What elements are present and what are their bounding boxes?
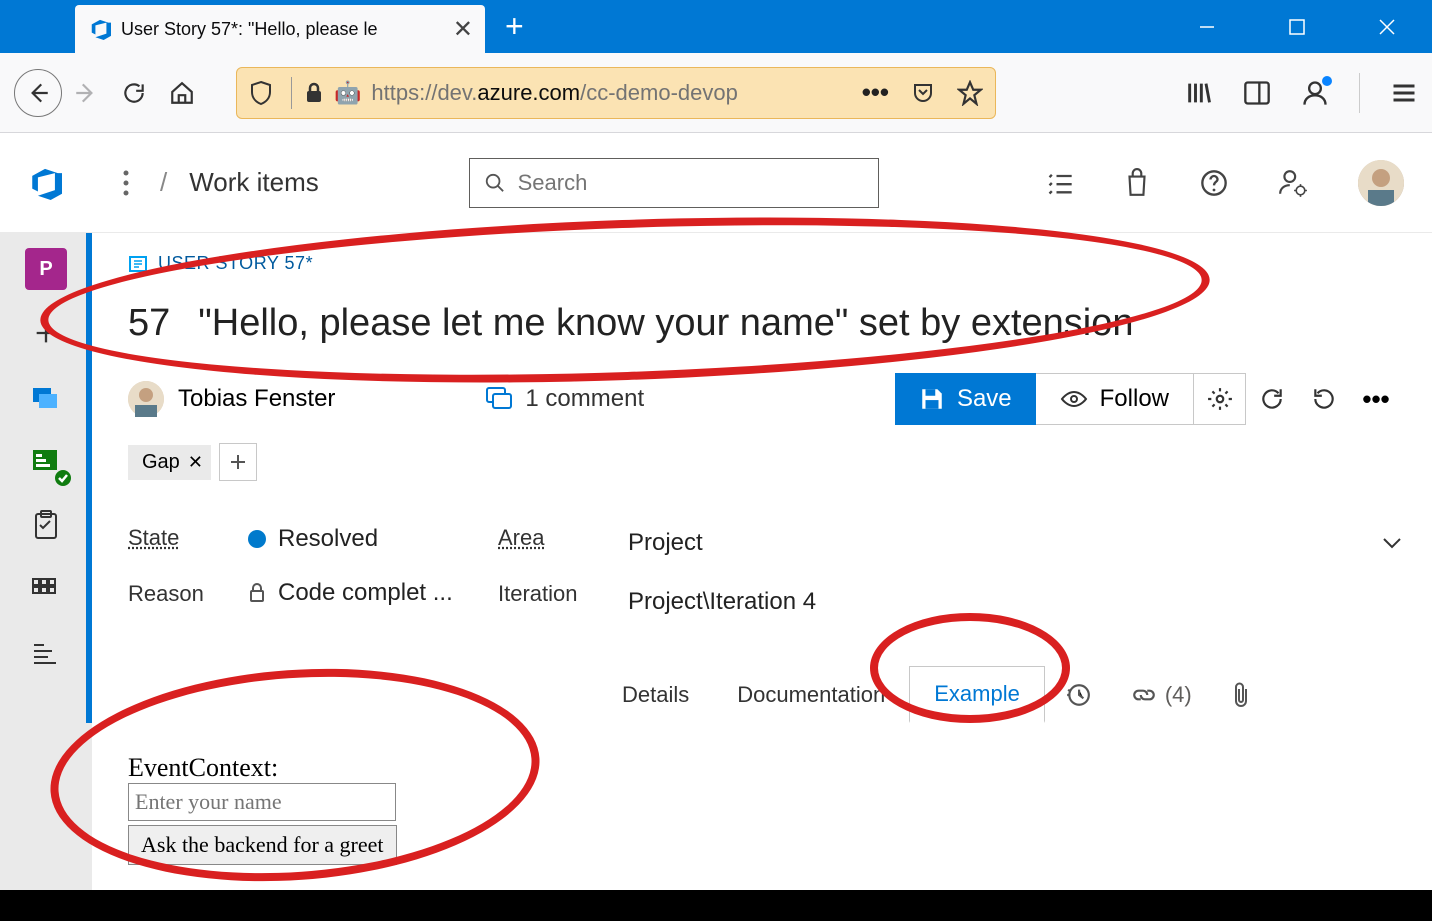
tab-example[interactable]: Example xyxy=(909,666,1045,723)
url-text: https://dev.azure.com/cc-demo-devop xyxy=(371,80,853,106)
remove-tag-icon[interactable]: ✕ xyxy=(188,452,203,473)
revert-icon xyxy=(1311,386,1337,412)
attachment-icon[interactable] xyxy=(1232,681,1252,709)
user-avatar[interactable] xyxy=(1358,160,1404,206)
shield-icon xyxy=(249,80,273,106)
maximize-button[interactable] xyxy=(1252,0,1342,53)
refresh-button[interactable] xyxy=(1246,373,1298,425)
help-icon[interactable] xyxy=(1200,169,1228,197)
settings-button[interactable] xyxy=(1194,373,1246,425)
reason-label: Reason xyxy=(128,581,248,607)
forward-button xyxy=(62,69,110,117)
azure-devops-logo-icon[interactable] xyxy=(28,166,62,200)
marketplace-icon[interactable] xyxy=(1124,168,1150,198)
new-tab-button[interactable]: + xyxy=(505,8,524,45)
tab-documentation[interactable]: Documentation xyxy=(713,668,909,722)
tab-title: User Story 57*: "Hello, please le xyxy=(121,19,445,40)
name-input[interactable] xyxy=(128,783,396,821)
work-item-form: USER STORY 57* 57 "Hello, please let me … xyxy=(92,233,1432,890)
comment-icon xyxy=(485,386,515,412)
account-icon[interactable] xyxy=(1301,79,1329,107)
search-icon xyxy=(484,171,506,195)
state-value[interactable]: Resolved xyxy=(248,525,498,553)
links-tab[interactable]: (4) xyxy=(1131,682,1192,708)
work-item-id: 57 xyxy=(128,302,170,345)
add-tag-button[interactable] xyxy=(219,443,257,481)
plans-nav-icon[interactable] xyxy=(18,625,74,681)
user-settings-icon[interactable] xyxy=(1278,168,1308,198)
more-actions-button[interactable]: ••• xyxy=(1350,373,1402,425)
reason-value[interactable]: Code complet ... xyxy=(248,579,498,607)
pocket-icon[interactable] xyxy=(911,81,935,105)
comments-link[interactable]: 1 comment xyxy=(485,385,644,413)
azure-devops-favicon-icon xyxy=(89,18,111,40)
sprints-nav-icon[interactable] xyxy=(18,433,74,489)
home-button[interactable] xyxy=(158,69,206,117)
library-icon[interactable] xyxy=(1185,79,1213,107)
address-bar[interactable]: 🤖 https://dev.azure.com/cc-demo-devop ••… xyxy=(236,67,996,119)
search-input[interactable] xyxy=(518,170,864,196)
new-item-button[interactable] xyxy=(18,305,74,361)
extension-panel: EventContext: Ask the backend for a gree… xyxy=(128,753,1402,865)
site-identity-icon: 🤖 xyxy=(334,80,361,106)
lock-icon xyxy=(304,82,324,104)
history-icon[interactable] xyxy=(1065,682,1091,708)
chevron-down-icon xyxy=(1382,537,1402,549)
app-menu-icon[interactable] xyxy=(1390,79,1418,107)
back-button[interactable] xyxy=(14,69,62,117)
link-icon xyxy=(1131,682,1157,708)
work-item-breadcrumb[interactable]: USER STORY 57* xyxy=(128,253,1402,274)
iteration-value[interactable]: Project\Iteration 4 xyxy=(628,588,1402,616)
area-label: Area xyxy=(498,525,628,551)
state-label: State xyxy=(128,525,248,551)
refresh-icon xyxy=(1259,386,1285,412)
sidebar-icon[interactable] xyxy=(1243,79,1271,107)
bookmark-star-icon[interactable] xyxy=(957,80,983,106)
left-nav-rail: P xyxy=(0,233,92,890)
tag-gap[interactable]: Gap✕ xyxy=(128,445,211,480)
browser-tab[interactable]: User Story 57*: "Hello, please le ✕ xyxy=(75,5,485,53)
search-box[interactable] xyxy=(469,158,879,208)
extension-label: EventContext: xyxy=(128,753,1402,783)
breadcrumb-separator: / xyxy=(160,167,167,198)
save-icon xyxy=(919,386,945,412)
project-badge[interactable]: P xyxy=(18,241,74,297)
queries-nav-icon[interactable] xyxy=(18,561,74,617)
tab-details[interactable]: Details xyxy=(598,668,713,722)
work-items-list-icon[interactable] xyxy=(1046,169,1074,197)
iteration-label: Iteration xyxy=(498,581,628,607)
close-window-button[interactable] xyxy=(1342,0,1432,53)
assigned-to[interactable]: Tobias Fenster xyxy=(128,381,335,417)
reload-button[interactable] xyxy=(110,69,158,117)
greet-button[interactable]: Ask the backend for a greet xyxy=(128,825,397,865)
browser-toolbar: 🤖 https://dev.azure.com/cc-demo-devop ••… xyxy=(0,53,1432,133)
work-item-title[interactable]: "Hello, please let me know your name" se… xyxy=(198,302,1133,345)
user-story-icon xyxy=(128,254,148,274)
more-icon: ••• xyxy=(1362,384,1389,415)
work-item-type-label: USER STORY 57* xyxy=(158,253,313,274)
boards-nav-icon[interactable] xyxy=(18,369,74,425)
revert-button[interactable] xyxy=(1298,373,1350,425)
area-value[interactable]: Project xyxy=(628,525,1402,562)
tab-close-icon[interactable]: ✕ xyxy=(453,15,473,44)
window-controls xyxy=(1162,0,1432,53)
org-menu-icon[interactable] xyxy=(122,169,130,197)
breadcrumb-work-items[interactable]: Work items xyxy=(189,167,319,198)
gear-icon xyxy=(1207,386,1233,412)
save-button[interactable]: Save xyxy=(895,373,1036,425)
test-plans-nav-icon[interactable] xyxy=(18,497,74,553)
follow-icon xyxy=(1060,390,1088,408)
work-item-tabs: Details Documentation Example (4) xyxy=(598,666,1402,723)
page-actions-icon[interactable]: ••• xyxy=(862,77,889,108)
author-name: Tobias Fenster xyxy=(178,385,335,413)
state-dot-icon xyxy=(248,530,266,548)
azdo-header: / Work items xyxy=(0,133,1432,233)
follow-button[interactable]: Follow xyxy=(1036,373,1194,425)
author-avatar xyxy=(128,381,164,417)
browser-titlebar: User Story 57*: "Hello, please le ✕ + xyxy=(0,0,1432,53)
minimize-button[interactable] xyxy=(1162,0,1252,53)
lock-icon xyxy=(248,583,266,603)
